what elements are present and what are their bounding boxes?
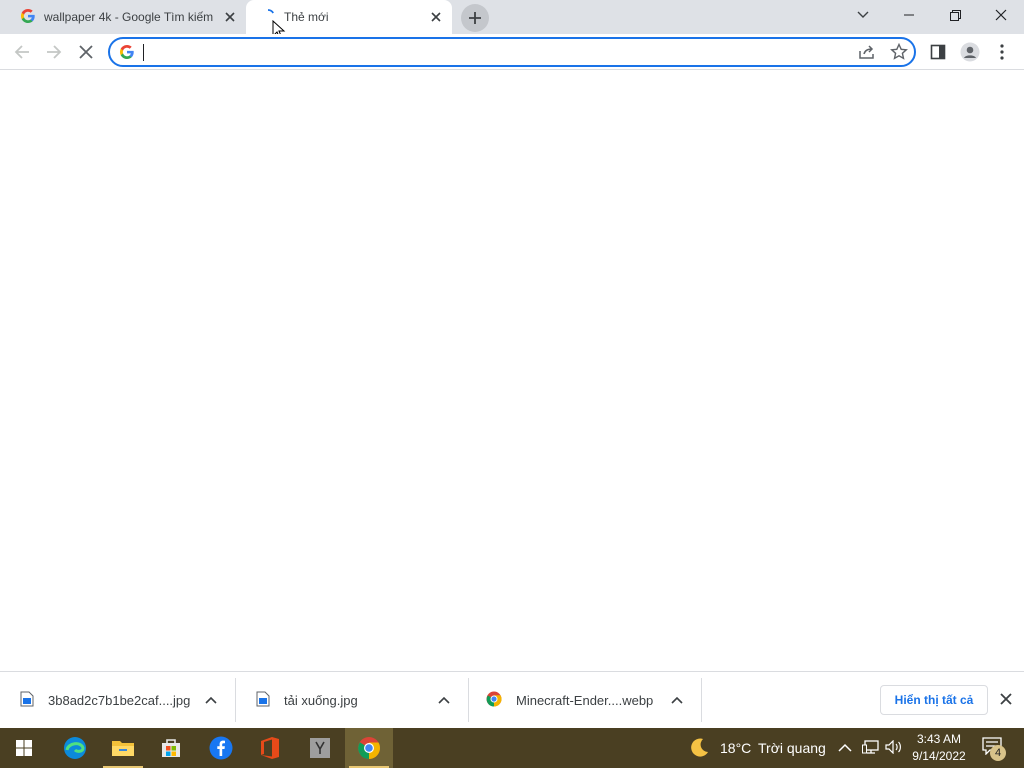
tab-search-button[interactable] [840, 0, 886, 30]
side-panel-icon [930, 44, 946, 60]
microsoft-store-icon [162, 739, 180, 757]
weather-condition: Trời quang [758, 740, 826, 756]
taskbar-file-explorer[interactable] [99, 728, 147, 768]
google-favicon-icon [20, 8, 36, 27]
taskbar-office[interactable] [246, 728, 294, 768]
chevron-up-icon[interactable] [432, 688, 456, 712]
profile-button[interactable] [954, 36, 986, 68]
taskbar: 18°C Trời quang 3:43 AM 9/14/2022 4 [0, 728, 1024, 768]
taskbar-chrome[interactable] [345, 728, 393, 768]
chevron-up-icon [838, 743, 852, 752]
toolbar [0, 34, 1024, 70]
close-downloads-bar-icon[interactable] [996, 689, 1016, 709]
download-item[interactable]: tải xuống.jpg [236, 678, 469, 722]
tab-strip: wallpaper 4k - Google Tìm kiếm Thẻ mới [0, 0, 1024, 40]
taskbar-yandex[interactable] [296, 728, 344, 768]
downloads-bar: 3b8ad2c7b1be2caf....jpg tải xuống.jpg Mi… [0, 671, 1024, 728]
windows-start-icon [16, 740, 32, 756]
download-filename: tải xuống.jpg [284, 692, 358, 708]
text-caret [143, 44, 144, 61]
facebook-icon [209, 736, 233, 760]
download-item[interactable]: Minecraft-Ender....webp [469, 678, 702, 722]
edge-icon [64, 737, 86, 759]
file-explorer-icon [112, 741, 134, 756]
close-tab-icon[interactable] [220, 7, 240, 27]
back-button[interactable] [6, 36, 38, 68]
close-icon [995, 9, 1007, 21]
volume-icon[interactable] [885, 739, 903, 759]
bookmark-star-icon[interactable] [890, 42, 908, 66]
tab-title: Thẻ mới [284, 10, 329, 24]
image-file-icon [20, 691, 34, 710]
arrow-left-icon [14, 45, 29, 59]
network-icon[interactable] [862, 739, 880, 760]
taskbar-edge[interactable] [51, 728, 99, 768]
address-input[interactable] [142, 41, 842, 63]
taskbar-clock[interactable]: 3:43 AM 9/14/2022 [908, 731, 970, 765]
chevron-up-icon[interactable] [199, 688, 223, 712]
menu-button[interactable] [986, 36, 1018, 68]
show-hidden-icons-button[interactable] [838, 740, 852, 758]
more-vert-icon [1000, 44, 1004, 60]
plus-icon [469, 12, 481, 24]
weather-temperature: 18°C [720, 740, 752, 756]
taskbar-facebook[interactable] [197, 728, 245, 768]
chrome-icon [358, 737, 380, 759]
clock-time: 3:43 AM [916, 732, 962, 746]
taskbar-microsoft-store[interactable] [147, 728, 195, 768]
tab-google-search[interactable]: wallpaper 4k - Google Tìm kiếm [8, 0, 246, 34]
chevron-down-icon [857, 11, 869, 18]
arrow-right-icon [47, 45, 62, 59]
minimize-button[interactable] [886, 0, 932, 30]
yandex-icon [310, 738, 330, 758]
tab-title: wallpaper 4k - Google Tìm kiếm [44, 10, 214, 24]
download-filename: 3b8ad2c7b1be2caf....jpg [48, 692, 191, 708]
avatar-icon [960, 42, 980, 62]
minimize-icon [904, 14, 914, 16]
close-icon [79, 45, 93, 59]
close-tab-icon[interactable] [426, 7, 446, 27]
clock-date: 9/14/2022 [912, 749, 966, 763]
restore-button[interactable] [932, 0, 978, 30]
share-icon[interactable] [858, 44, 876, 65]
windows-start-button[interactable] [0, 728, 48, 768]
image-file-icon [256, 691, 270, 710]
google-icon [119, 44, 135, 65]
show-all-downloads-button[interactable]: Hiển thị tất cả [880, 685, 988, 715]
chevron-up-icon[interactable] [665, 688, 689, 712]
download-item[interactable]: 3b8ad2c7b1be2caf....jpg [0, 678, 236, 722]
restore-icon [949, 9, 961, 21]
forward-button[interactable] [38, 36, 70, 68]
notification-center-button[interactable]: 4 [982, 737, 1008, 761]
close-window-button[interactable] [978, 0, 1024, 30]
moon-icon [688, 737, 710, 764]
download-filename: Minecraft-Ender....webp [516, 692, 654, 708]
weather-widget[interactable]: 18°C Trời quang [686, 728, 826, 768]
address-bar[interactable] [108, 37, 916, 67]
chrome-icon [486, 691, 502, 710]
stop-loading-button[interactable] [70, 36, 102, 68]
new-tab-button[interactable] [461, 4, 489, 32]
notification-count-badge: 4 [990, 745, 1006, 761]
office-icon [261, 737, 279, 759]
side-panel-button[interactable] [922, 36, 954, 68]
page-content [0, 71, 1024, 671]
